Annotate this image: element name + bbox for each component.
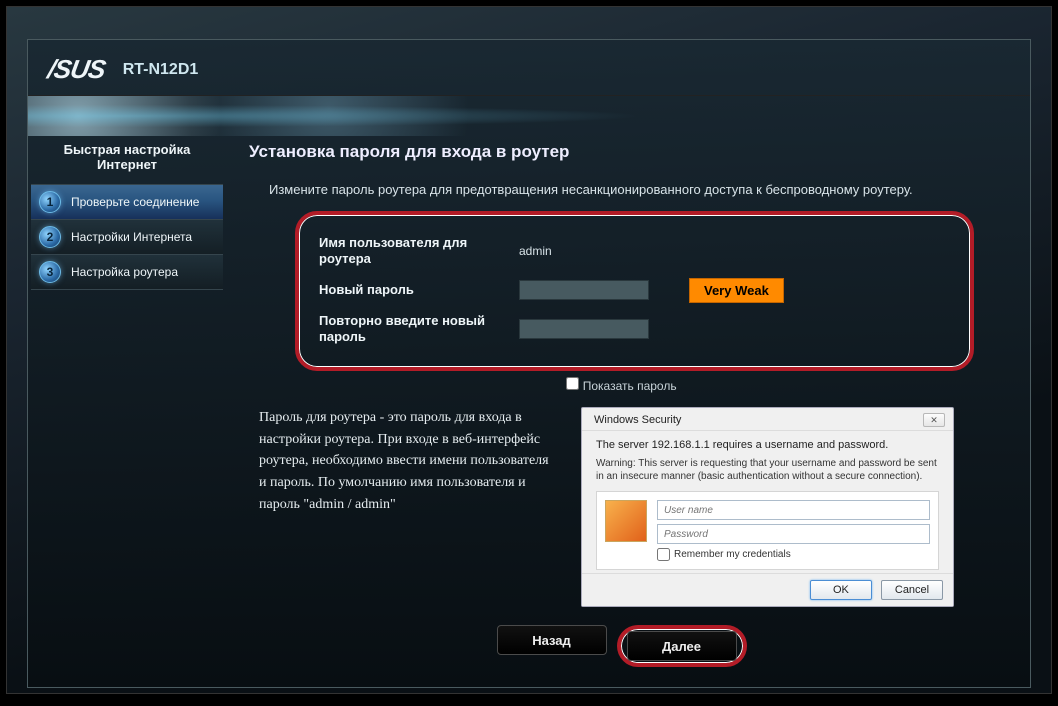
sidebar-step-router-setup[interactable]: 3 Настройка роутера — [31, 254, 223, 290]
next-button[interactable]: Далее — [627, 631, 737, 661]
back-button[interactable]: Назад — [497, 625, 607, 655]
step-number-icon: 1 — [39, 191, 61, 213]
instruction-text: Измените пароль роутера для предотвращен… — [269, 182, 994, 197]
dialog-remember-checkbox — [657, 548, 670, 561]
dialog-server-line: The server 192.168.1.1 requires a userna… — [596, 439, 939, 451]
sidebar-title: Быстрая настройка Интернет — [31, 136, 223, 184]
password-form-highlight: Имя пользователя для роутера admin Новый… — [295, 211, 974, 371]
step-label: Проверьте соединение — [71, 195, 199, 210]
dialog-password-input — [657, 524, 930, 544]
close-icon: ✕ — [923, 413, 945, 427]
step-number-icon: 3 — [39, 261, 61, 283]
password-strength-badge: Very Weak — [689, 278, 784, 303]
dialog-warning: Warning: This server is requesting that … — [596, 457, 939, 483]
step-label: Настройки Интернета — [71, 230, 192, 245]
dialog-cancel-button: Cancel — [881, 580, 943, 600]
main-content: Установка пароля для входа в роутер Изме… — [223, 136, 1030, 687]
username-label: Имя пользователя для роутера — [319, 235, 519, 268]
windows-security-dialog-illustration: Windows Security ✕ The server 192.168.1.… — [581, 407, 954, 607]
app-frame: /SUS RT-N12D1 Быстрая настройка Интернет… — [6, 6, 1052, 694]
dialog-ok-button: OK — [810, 580, 872, 600]
next-button-highlight: Далее — [617, 625, 747, 667]
new-password-input[interactable] — [519, 280, 649, 300]
panel: /SUS RT-N12D1 Быстрая настройка Интернет… — [27, 39, 1031, 688]
brand-logo: /SUS — [45, 54, 107, 85]
step-number-icon: 2 — [39, 226, 61, 248]
avatar-icon — [605, 500, 647, 542]
page-title: Установка пароля для входа в роутер — [249, 136, 994, 176]
model-name: RT-N12D1 — [123, 61, 199, 79]
step-label: Настройка роутера — [71, 265, 178, 280]
retype-password-label: Повторно введите новый пароль — [319, 313, 519, 346]
decor-glow — [28, 96, 1030, 136]
show-password-checkbox[interactable] — [566, 377, 579, 390]
dialog-username-input — [657, 500, 930, 520]
dialog-remember-row: Remember my credentials — [657, 548, 930, 561]
retype-password-input[interactable] — [519, 319, 649, 339]
description-text: Пароль для роутера - это пароль для вход… — [259, 407, 559, 607]
dialog-title: Windows Security — [594, 414, 681, 426]
username-value: admin — [519, 244, 552, 258]
sidebar-step-check-connection[interactable]: 1 Проверьте соединение — [31, 184, 223, 220]
nav-buttons: Назад Далее — [249, 625, 994, 667]
dialog-remember-label: Remember my credentials — [674, 549, 791, 560]
new-password-label: Новый пароль — [319, 282, 519, 298]
header: /SUS RT-N12D1 — [28, 40, 1030, 96]
show-password-label: Показать пароль — [583, 379, 677, 393]
show-password-row: Показать пароль — [249, 377, 994, 393]
sidebar: Быстрая настройка Интернет 1 Проверьте с… — [28, 136, 223, 687]
sidebar-step-internet-settings[interactable]: 2 Настройки Интернета — [31, 219, 223, 255]
